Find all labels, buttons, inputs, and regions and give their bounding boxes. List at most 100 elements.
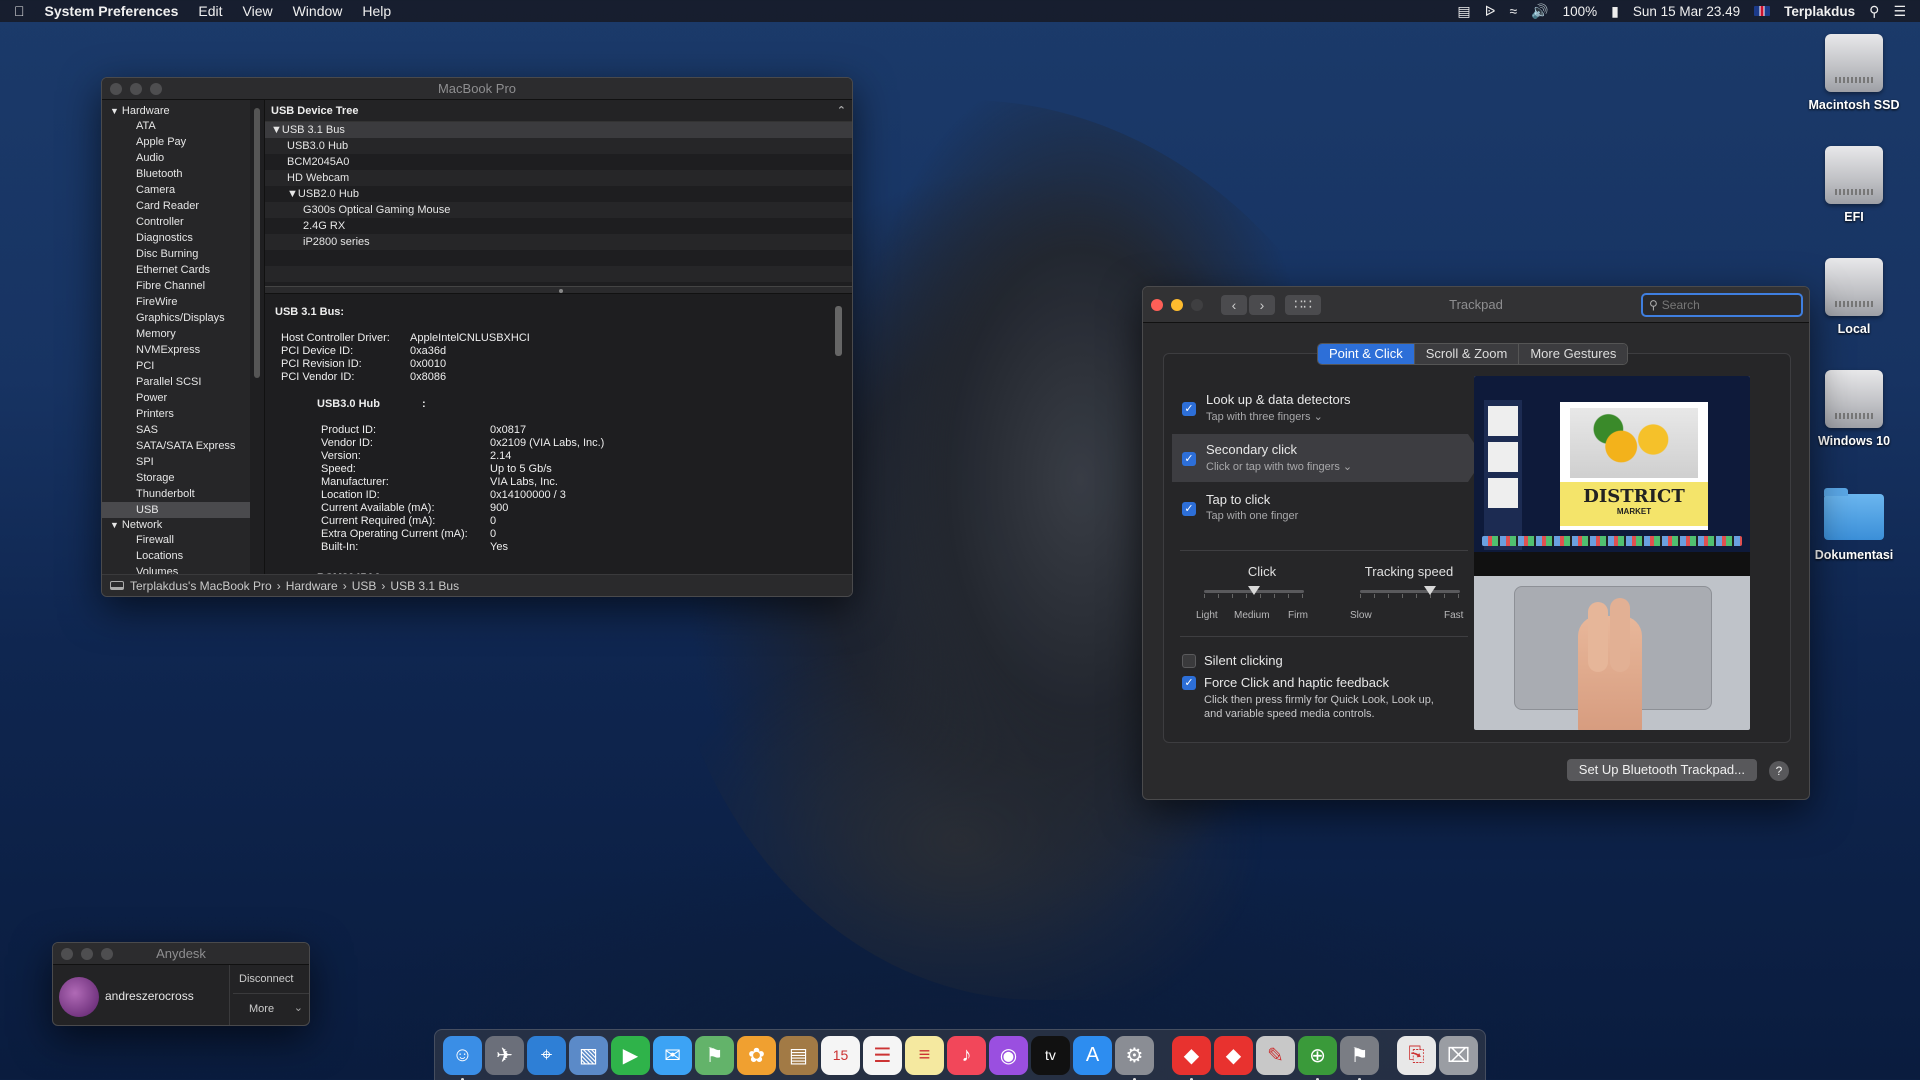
gesture-dropdown[interactable]: Tap with three fingers ⌄ [1206, 410, 1323, 423]
menu-help[interactable]: Help [362, 3, 391, 19]
path-item[interactable]: USB [352, 579, 377, 593]
disk-utility-icon[interactable]: ⊕ [1298, 1035, 1337, 1080]
sidebar-item[interactable]: SATA/SATA Express [102, 438, 250, 454]
sidebar-item[interactable]: Thunderbolt [102, 486, 250, 502]
zoom-button[interactable] [101, 947, 113, 960]
search-input[interactable] [1661, 298, 1792, 312]
sidebar-item[interactable]: USB [102, 502, 250, 518]
tree-row[interactable]: BCM2045A0 [265, 154, 852, 170]
tree-header[interactable]: USB Device Tree ⌃ [265, 100, 852, 122]
sidebar-item[interactable]: Fibre Channel [102, 278, 250, 294]
desktop-icon-windows-10[interactable]: Windows 10 [1794, 370, 1914, 448]
input-source-flag-icon[interactable] [1754, 6, 1771, 16]
sidebar-item[interactable]: FireWire [102, 294, 250, 310]
sidebar-item[interactable]: Apple Pay [102, 134, 250, 150]
window-titlebar[interactable]: Anydesk [53, 943, 309, 965]
option-tap-to-click[interactable]: ✓ Tap to click Tap with one finger [1172, 484, 1468, 532]
option-secondary-click[interactable]: ✓ Secondary click Click or tap with two … [1172, 434, 1484, 482]
sidebar-item[interactable]: PCI [102, 358, 250, 374]
sidebar-item[interactable]: NVMExpress [102, 342, 250, 358]
safari-icon[interactable]: ⌖ [527, 1035, 566, 1075]
tv-icon[interactable]: tv [1031, 1035, 1070, 1075]
help-button[interactable]: ? [1769, 761, 1789, 781]
sidebar-group[interactable]: ▼ Hardware [102, 104, 250, 118]
app-menu[interactable]: System Preferences [45, 3, 179, 19]
window-titlebar[interactable]: ‹ › ∷∷ Trackpad ⚲ [1143, 287, 1809, 323]
activity-monitor-icon[interactable]: ▤ [1457, 3, 1470, 20]
tab-more-gestures[interactable]: More Gestures [1519, 344, 1628, 364]
finder-icon[interactable]: ☺ [443, 1035, 482, 1080]
messages-icon[interactable]: ✉ [653, 1035, 692, 1075]
podcasts-icon[interactable]: ◉ [989, 1035, 1028, 1075]
system-preferences-icon[interactable]: ⚙ [1115, 1035, 1154, 1080]
anydesk-icon[interactable]: ◆ [1172, 1035, 1211, 1080]
path-item[interactable]: Terplakdus's MacBook Pro [130, 579, 272, 593]
search-field[interactable]: ⚲ [1641, 293, 1803, 317]
sidebar-item[interactable]: Locations [102, 548, 250, 564]
sidebar-item[interactable]: Bluetooth [102, 166, 250, 182]
bluetooth-icon[interactable]: ᐉ [1485, 3, 1496, 20]
sidebar-item[interactable]: Controller [102, 214, 250, 230]
minimize-button[interactable] [130, 82, 142, 95]
sidebar-item[interactable]: Audio [102, 150, 250, 166]
tree-row[interactable]: ▼USB2.0 Hub [265, 186, 852, 202]
desktop-icon-dokumentasi[interactable]: Dokumentasi [1794, 486, 1914, 562]
desktop-icon-local[interactable]: Local [1794, 258, 1914, 336]
menu-view[interactable]: View [243, 3, 273, 19]
tracking-slider-knob[interactable] [1424, 586, 1436, 595]
photos-icon[interactable]: ✿ [737, 1035, 776, 1075]
reminders-icon[interactable]: ☰ [863, 1035, 902, 1075]
silent-clicking-checkbox[interactable] [1182, 654, 1196, 668]
app-store-icon[interactable]: A [1073, 1035, 1112, 1075]
preview-icon[interactable]: ▧ [569, 1035, 608, 1075]
document-icon[interactable]: ⎘ [1397, 1035, 1436, 1075]
battery-icon[interactable]: ▮ [1611, 3, 1619, 20]
sidebar-item[interactable]: Power [102, 390, 250, 406]
tree-row[interactable]: iP2800 series [265, 234, 852, 250]
notes-brown-icon[interactable]: ▤ [779, 1035, 818, 1075]
sidebar-item[interactable]: Firewall [102, 532, 250, 548]
close-button[interactable] [1151, 298, 1163, 311]
tree-row[interactable]: USB3.0 Hub [265, 138, 852, 154]
notes-icon[interactable]: ≡ [905, 1035, 944, 1075]
close-button[interactable] [110, 82, 122, 95]
sidebar-item[interactable]: ATA [102, 118, 250, 134]
sidebar-item[interactable]: Volumes [102, 564, 250, 574]
menu-window[interactable]: Window [293, 3, 343, 19]
sidebar-item[interactable]: Card Reader [102, 198, 250, 214]
sidebar-item[interactable]: SAS [102, 422, 250, 438]
launchpad-icon[interactable]: ✈ [485, 1035, 524, 1075]
setup-bluetooth-trackpad-button[interactable]: Set Up Bluetooth Trackpad... [1566, 759, 1757, 781]
sidebar-item[interactable]: Diagnostics [102, 230, 250, 246]
desktop-icon-macintosh-ssd[interactable]: Macintosh SSD [1794, 34, 1914, 112]
back-icon[interactable]: ‹ [1221, 294, 1247, 315]
notification-center-icon[interactable]: ☰ [1893, 3, 1906, 20]
apple-menu-icon[interactable]:  [14, 3, 25, 19]
pane-splitter[interactable] [265, 286, 852, 294]
option-look-up[interactable]: ✓ Look up & data detectors Tap with thre… [1172, 384, 1468, 432]
tree-row[interactable]: ▼USB 3.1 Bus [265, 122, 852, 138]
sidebar-item[interactable]: Memory [102, 326, 250, 342]
menu-edit[interactable]: Edit [198, 3, 222, 19]
system-info-icon[interactable]: ⚑ [1340, 1035, 1379, 1080]
sidebar-item[interactable]: Storage [102, 470, 250, 486]
spotlight-icon[interactable]: ⚲ [1869, 3, 1879, 20]
chevron-up-icon[interactable]: ⌃ [837, 100, 846, 122]
sidebar-item[interactable]: SPI [102, 454, 250, 470]
gesture-dropdown[interactable]: Click or tap with two fingers ⌄ [1206, 460, 1352, 473]
forward-icon[interactable]: › [1249, 294, 1275, 315]
tree-row[interactable]: 2.4G RX [265, 218, 852, 234]
maps-icon[interactable]: ⚑ [695, 1035, 734, 1075]
volume-icon[interactable]: 🔊 [1531, 3, 1548, 20]
anydesk-alt-icon[interactable]: ◆ [1214, 1035, 1253, 1075]
calendar-icon[interactable]: 15 [821, 1035, 860, 1075]
music-icon[interactable]: ♪ [947, 1035, 986, 1075]
battery-percent[interactable]: 100% [1563, 4, 1598, 19]
look-up-checkbox[interactable]: ✓ [1182, 402, 1196, 416]
minimize-button[interactable] [81, 947, 93, 960]
close-button[interactable] [61, 947, 73, 960]
tracking-slider[interactable] [1360, 590, 1460, 593]
force-click-label[interactable]: Force Click and haptic feedback [1204, 675, 1389, 690]
path-item[interactable]: USB 3.1 Bus [390, 579, 459, 593]
force-click-checkbox[interactable]: ✓ [1182, 676, 1196, 690]
